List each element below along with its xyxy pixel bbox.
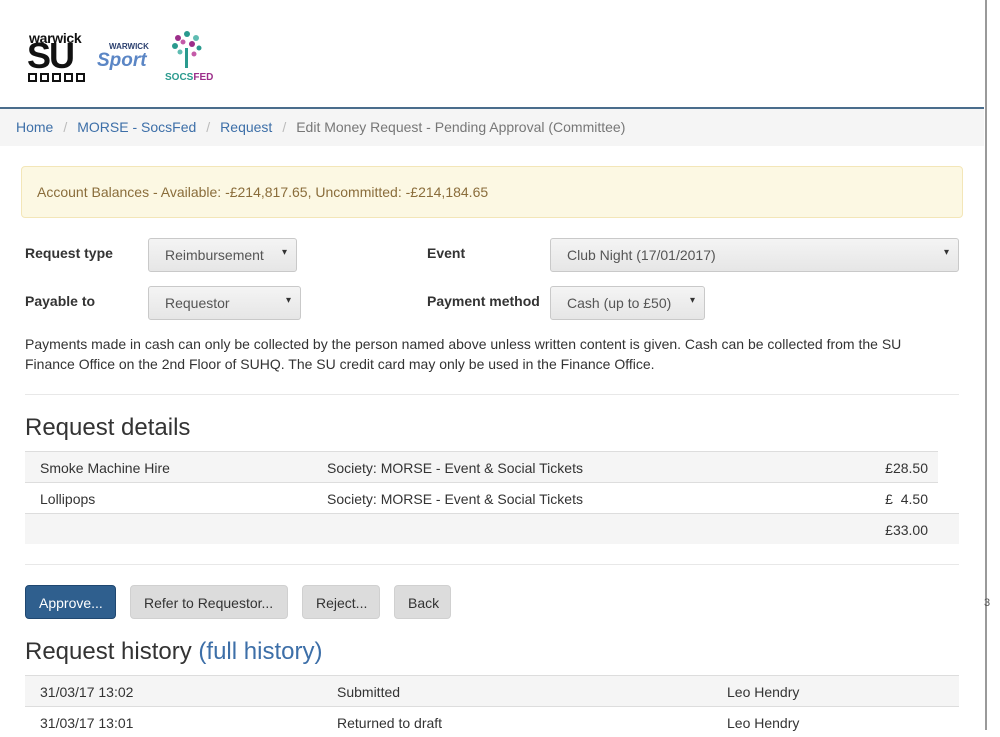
chevron-down-icon: ▾ [285, 295, 291, 306]
socsfed-logo-text: SOCSFED [165, 72, 214, 83]
back-button[interactable]: Back [394, 585, 451, 619]
item-amount: £ 4.50 [885, 491, 928, 507]
chevron-down-icon: ▾ [943, 247, 949, 258]
payable-to-label: Payable to [25, 293, 96, 309]
socsfed-tree-icon [172, 31, 202, 68]
history-action: Returned to draft [337, 715, 443, 731]
breadcrumb-home[interactable]: Home [16, 119, 53, 135]
su-logo-main: SU [27, 35, 75, 76]
approve-button[interactable]: Approve... [25, 585, 116, 619]
site-header: warwick SU WARWICK Sport SOCSFED [0, 0, 984, 109]
history-user: Leo Hendry [727, 715, 800, 731]
section-divider [25, 394, 959, 395]
payable-to-value: Requestor [165, 295, 230, 311]
page-scroll-edge [985, 0, 987, 730]
breadcrumb-separator: / [282, 119, 287, 135]
item-name: Smoke Machine Hire [40, 460, 170, 476]
chevron-down-icon: ▾ [281, 247, 287, 258]
request-details-heading: Request details [25, 414, 191, 441]
item-name: Lollipops [40, 491, 96, 507]
table-row: Smoke Machine Hire Society: MORSE - Even… [25, 451, 938, 482]
breadcrumb: Home / MORSE - SocsFed / Request / Edit Money … [0, 109, 984, 146]
total-amount: £33.00 [885, 522, 928, 538]
history-time: 31/03/17 13:01 [40, 715, 134, 731]
sport-logo-main: Sport [97, 50, 147, 71]
socsfed-logo[interactable]: SOCSFED [163, 30, 219, 86]
table-row: Lollipops Society: MORSE - Event & Socia… [25, 482, 938, 513]
payment-method-label: Payment method [427, 293, 540, 309]
warwick-sport-logo[interactable]: WARWICK Sport [97, 40, 157, 72]
breadcrumb-request[interactable]: Request [220, 119, 272, 135]
request-type-select[interactable]: Reimbursement ▾ [148, 238, 297, 272]
side-glyph: 3 [984, 597, 991, 609]
table-row: 31/03/17 13:02 Submitted Leo Hendry [25, 675, 959, 706]
event-value: Club Night (17/01/2017) [567, 247, 716, 263]
section-divider [25, 564, 959, 565]
event-label: Event [427, 245, 466, 261]
history-user: Leo Hendry [727, 684, 800, 700]
history-time: 31/03/17 13:02 [40, 684, 134, 700]
payable-to-select[interactable]: Requestor ▾ [148, 286, 301, 320]
breadcrumb-morse-socsfed[interactable]: MORSE - SocsFed [77, 119, 196, 135]
breadcrumb-separator: / [206, 119, 211, 135]
item-amount: £28.50 [885, 460, 928, 476]
breadcrumb-separator: / [63, 119, 68, 135]
refer-to-requestor-button[interactable]: Refer to Requestor... [130, 585, 288, 619]
item-budget: Society: MORSE - Event & Social Tickets [327, 491, 583, 507]
breadcrumb-current: Edit Money Request - Pending Approval (C… [296, 119, 626, 135]
request-type-label: Request type [25, 245, 113, 261]
request-history-title: Request history [25, 638, 192, 665]
request-history-heading: Request history (full history) [25, 638, 322, 666]
cash-collection-note: Payments made in cash can only be collec… [25, 336, 902, 372]
full-history-link[interactable]: (full history) [198, 638, 322, 665]
request-type-value: Reimbursement [165, 247, 264, 263]
table-total-row: £33.00 [25, 513, 959, 544]
payment-method-select[interactable]: Cash (up to £50) ▾ [550, 286, 705, 320]
event-select[interactable]: Club Night (17/01/2017) ▾ [550, 238, 959, 272]
table-row: 31/03/17 13:01 Returned to draft Leo Hen… [25, 706, 959, 737]
payment-method-value: Cash (up to £50) [567, 295, 672, 311]
reject-button[interactable]: Reject... [302, 585, 380, 619]
chevron-down-icon: ▾ [689, 295, 695, 306]
item-budget: Society: MORSE - Event & Social Tickets [327, 460, 583, 476]
history-action: Submitted [337, 684, 401, 700]
warwick-su-logo[interactable]: warwick SU [27, 30, 91, 84]
su-logo-boxes [28, 73, 85, 82]
account-balances-alert: Account Balances - Available: -£214,817.… [21, 166, 963, 218]
